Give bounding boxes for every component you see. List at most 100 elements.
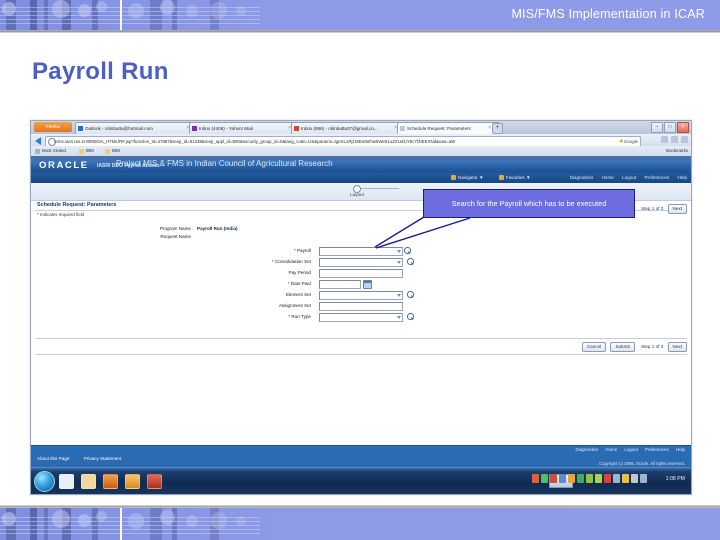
tray-icon-6[interactable]: [577, 474, 584, 483]
window-controls[interactable]: – □ ×: [651, 122, 689, 133]
home-icon[interactable]: [661, 136, 668, 143]
footer-link-logout[interactable]: Logout: [624, 447, 637, 452]
field-label-consolidation-set: * Consolidation Set: [271, 259, 311, 264]
browser-tab-gmail[interactable]: Inbox (866) - nitinbatta07@gmail.co... ×: [291, 122, 406, 134]
footer-top-rule: [35, 354, 687, 355]
required-field-note: * Indicates required field: [37, 212, 85, 217]
browser-tab-yahoo[interactable]: Inbox (4406) - Yahoo! Mail ×: [189, 122, 300, 134]
slide-header-title: MIS/FMS Implementation in ICAR: [511, 7, 705, 21]
minimize-button[interactable]: –: [651, 122, 663, 133]
globe-icon: [47, 138, 56, 146]
global-link-diagnostics[interactable]: Diagnostics: [570, 175, 594, 180]
tray-icon-speaker[interactable]: [640, 474, 647, 483]
run-type-lov-search-icon[interactable]: [407, 313, 414, 321]
tray-icon-3[interactable]: [550, 474, 557, 483]
bookmark-ibm-1[interactable]: IBM: [79, 146, 94, 156]
favorites-menu[interactable]: Favorites ▼: [498, 173, 531, 183]
address-input[interactable]: hrms.iasri.res.in:8005/OA_HTML/RF.jsp?fu…: [45, 135, 641, 147]
bookmarks-menu-label[interactable]: Bookmarks: [666, 146, 688, 156]
footer-link-diagnostics[interactable]: Diagnostics: [575, 447, 598, 452]
close-window-button[interactable]: ×: [677, 122, 689, 133]
page-title: Payroll Run: [32, 58, 169, 85]
slide-footer-band: [0, 508, 720, 540]
tray-icon-12[interactable]: [631, 474, 638, 483]
global-nav-menus[interactable]: Navigator ▼ Favorites ▼: [451, 173, 545, 183]
footer-link-about-this-page[interactable]: About this Page: [37, 456, 69, 461]
global-link-help[interactable]: Help: [678, 175, 687, 180]
quicklaunch-icon-firefox[interactable]: [103, 474, 118, 489]
element-set-input[interactable]: [319, 291, 403, 300]
global-link-logout[interactable]: Logout: [622, 175, 636, 180]
next-button-top[interactable]: Next: [667, 204, 687, 214]
quicklaunch-icon-1[interactable]: [59, 474, 74, 489]
chevron-down-icon[interactable]: [397, 260, 401, 264]
browser-tab-label: Inbox (866) - nitinbatta07@gmail.co...: [301, 126, 378, 131]
chevron-down-icon[interactable]: [397, 249, 401, 253]
favorites-icon: [498, 175, 504, 180]
tray-icon-7[interactable]: [586, 474, 593, 483]
bookmark-label: IBM: [112, 148, 120, 153]
tray-icon-9[interactable]: [604, 474, 611, 483]
footer-link-preferences[interactable]: Preferences: [645, 447, 669, 452]
element-set-lov-search-icon[interactable]: [407, 291, 414, 299]
step-indicator-bottom: Step 1 of 3: [641, 344, 664, 349]
chevron-down-icon[interactable]: [397, 315, 401, 319]
close-tab-icon[interactable]: ×: [488, 123, 491, 134]
firefox-menu-button[interactable]: Firefox: [34, 122, 72, 132]
consolidation-set-input[interactable]: [319, 258, 403, 267]
back-arrow-icon[interactable]: [35, 136, 41, 145]
quicklaunch-icon-2[interactable]: [81, 474, 96, 489]
navigator-menu[interactable]: Navigator ▼: [451, 173, 484, 183]
footer-link-help[interactable]: Help: [676, 447, 685, 452]
footer-links-left[interactable]: About this Page Privacy Statement: [37, 456, 134, 461]
submit-button-bottom[interactable]: Submit: [610, 342, 635, 352]
bookmark-ibm-2[interactable]: IBM: [105, 146, 120, 156]
next-button-bottom[interactable]: Next: [667, 342, 687, 352]
tray-icon-11[interactable]: [622, 474, 629, 483]
new-tab-button[interactable]: +: [492, 123, 503, 134]
bookmark-most-visited[interactable]: Most Visited: [35, 146, 66, 156]
url-toolbar-icons[interactable]: [661, 136, 688, 143]
train-label-layout: Layout: [350, 192, 364, 197]
field-label-pay-period: Pay Period: [288, 270, 311, 275]
field-label-date-paid: * Date Paid: [287, 281, 311, 286]
tray-icon-4[interactable]: [559, 474, 566, 483]
payroll-lov-search-icon[interactable]: [404, 247, 411, 255]
footer-link-home[interactable]: Home: [605, 447, 617, 452]
reload-icon[interactable]: [671, 136, 678, 143]
windows-taskbar: 1:08 PM: [31, 467, 691, 494]
pay-period-input[interactable]: [319, 269, 403, 278]
annotation-callout-text: Search for the Payroll which has to be e…: [451, 199, 607, 208]
date-paid-input[interactable]: [319, 280, 361, 289]
footer-link-privacy-statement[interactable]: Privacy Statement: [84, 456, 121, 461]
tray-icon-5[interactable]: [568, 474, 575, 483]
consolidation-set-lov-search-icon[interactable]: [407, 258, 414, 266]
start-button-icon[interactable]: [34, 471, 55, 492]
global-link-home[interactable]: Home: [602, 175, 614, 180]
chevron-down-icon[interactable]: [397, 293, 401, 297]
taskbar-clock[interactable]: 1:08 PM: [666, 476, 685, 482]
search-provider-label[interactable]: Google: [624, 137, 638, 146]
run-type-input[interactable]: [319, 313, 403, 322]
menu-icon[interactable]: [681, 136, 688, 143]
tray-icon-1[interactable]: [532, 474, 539, 483]
browser-tab-outlook[interactable]: Outlook - nitinbatta@hotmail.com ×: [75, 122, 198, 134]
favorites-label: Favorites: [505, 175, 525, 180]
assignment-set-input[interactable]: [319, 302, 403, 311]
global-nav-links[interactable]: Diagnostics Home Logout Preferences Help: [563, 173, 687, 183]
system-tray[interactable]: [532, 474, 647, 483]
maximize-button[interactable]: □: [664, 122, 676, 133]
browser-tab-schedule-request[interactable]: Schedule Request: Parameters ×: [397, 122, 500, 134]
quicklaunch-icon-4[interactable]: [125, 474, 140, 489]
folder-icon: [79, 148, 84, 154]
tray-icon-10[interactable]: [613, 474, 620, 483]
tray-icon-2[interactable]: [541, 474, 548, 483]
footer-links-right[interactable]: Diagnostics Home Logout Preferences Help: [569, 447, 685, 452]
quicklaunch-icon-5[interactable]: [147, 474, 162, 489]
payroll-input[interactable]: [319, 247, 403, 256]
bookmark-label: Most Visited: [42, 148, 66, 153]
cancel-button-bottom[interactable]: Cancel: [581, 342, 607, 352]
calendar-icon[interactable]: [363, 280, 372, 289]
tray-icon-8[interactable]: [595, 474, 602, 483]
global-link-preferences[interactable]: Preferences: [644, 175, 669, 180]
